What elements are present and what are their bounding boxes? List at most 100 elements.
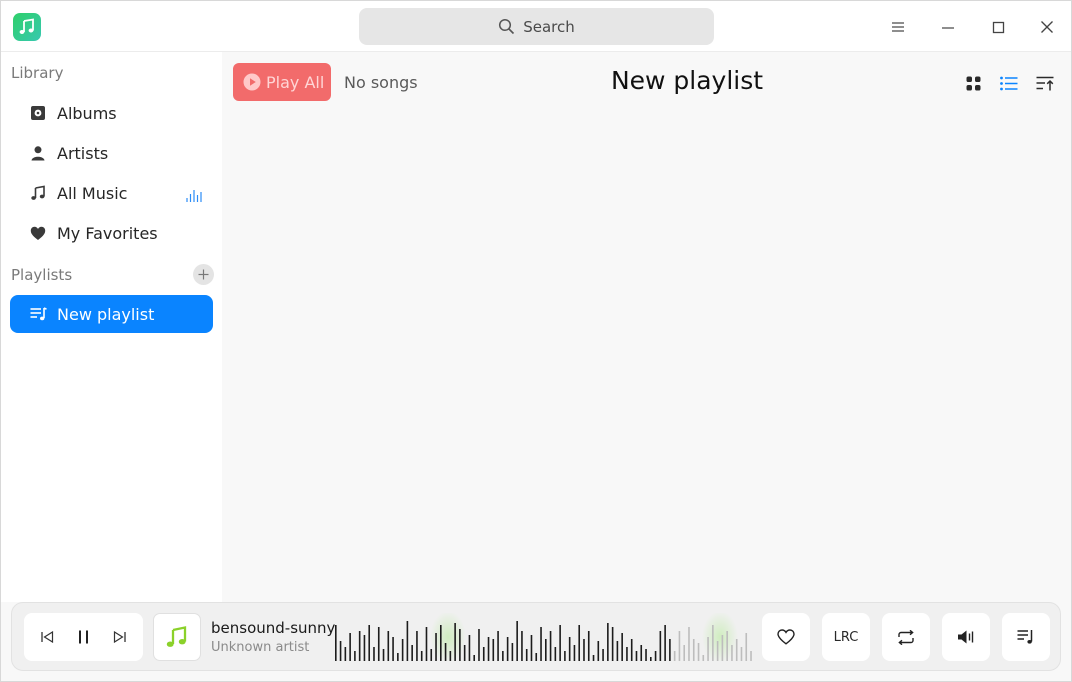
previous-button[interactable] bbox=[34, 623, 62, 651]
playlist-queue-icon bbox=[1017, 630, 1033, 644]
waveform-bar bbox=[354, 651, 356, 661]
waveform-bar bbox=[750, 651, 752, 661]
waveform-bar bbox=[363, 635, 366, 661]
heart-icon bbox=[28, 223, 48, 243]
waveform-bar bbox=[640, 645, 643, 661]
waveform-bar bbox=[377, 627, 380, 661]
waveform-bar bbox=[430, 649, 433, 661]
waveform-bar bbox=[492, 639, 495, 661]
waveform-bar bbox=[420, 651, 423, 661]
waveform-bar bbox=[349, 633, 351, 661]
next-button[interactable] bbox=[105, 623, 133, 651]
waveform-bar bbox=[621, 633, 623, 661]
music-note-icon bbox=[28, 183, 48, 203]
sidebar-item-albums[interactable]: Albums bbox=[10, 94, 213, 132]
sidebar-item-label: New playlist bbox=[57, 304, 155, 324]
waveform-bar bbox=[740, 647, 743, 661]
waveform-bar bbox=[358, 631, 361, 661]
next-icon bbox=[113, 631, 126, 643]
sort-icon bbox=[1036, 76, 1054, 90]
menu-icon bbox=[892, 22, 904, 32]
pause-button[interactable] bbox=[69, 623, 97, 651]
waveform-progress-bar[interactable] bbox=[334, 613, 754, 661]
repeat-icon bbox=[898, 629, 914, 645]
title-bar: Search bbox=[1, 1, 1071, 52]
waveform-bar bbox=[487, 637, 490, 661]
waveform-bar bbox=[669, 639, 671, 661]
sidebar: Library Albums Artists All Music My Favo… bbox=[1, 52, 222, 602]
waveform-bar bbox=[473, 655, 476, 661]
waveform-bar bbox=[502, 651, 504, 661]
waveform-bar bbox=[497, 631, 499, 661]
main-content: Play All No songs New playlist bbox=[222, 52, 1071, 602]
list-view-icon bbox=[1000, 76, 1018, 90]
waveform-bar bbox=[650, 657, 652, 661]
track-title: bensound-sunny bbox=[211, 619, 336, 637]
waveform-bar bbox=[530, 635, 533, 661]
favorite-button[interactable] bbox=[762, 613, 810, 661]
waveform-bar bbox=[525, 649, 528, 661]
album-icon bbox=[28, 103, 48, 123]
waveform-bar bbox=[702, 655, 705, 661]
waveform-bar bbox=[463, 645, 466, 661]
waveform-bar bbox=[411, 645, 413, 661]
play-all-label: Play All bbox=[266, 72, 325, 92]
play-circle-icon bbox=[243, 73, 261, 91]
waveform-bar bbox=[692, 639, 695, 661]
sidebar-item-artists[interactable]: Artists bbox=[10, 134, 213, 172]
search-placeholder: Search bbox=[523, 17, 575, 36]
waveform-bar bbox=[406, 621, 409, 661]
sidebar-item-new-playlist[interactable]: New playlist bbox=[10, 295, 213, 333]
waveform-bar bbox=[707, 637, 709, 661]
waveform-bar bbox=[521, 631, 523, 661]
sidebar-item-all-music[interactable]: All Music bbox=[10, 174, 213, 212]
waveform-bar bbox=[564, 651, 566, 661]
waveform-bar bbox=[616, 641, 619, 661]
play-all-button[interactable]: Play All bbox=[233, 63, 331, 101]
waveform-bar bbox=[597, 641, 600, 661]
app-logo-icon bbox=[13, 13, 41, 41]
waveform-bar bbox=[683, 645, 686, 661]
waveform-bar bbox=[568, 637, 571, 661]
plus-icon bbox=[198, 269, 209, 280]
waveform-bar bbox=[468, 635, 471, 661]
player-bar: bensound-sunny Unknown artist LRC bbox=[11, 602, 1061, 671]
waveform-bar bbox=[387, 631, 390, 661]
music-app-window: Search Library Albums Artists All Music … bbox=[0, 0, 1072, 682]
lyrics-button[interactable]: LRC bbox=[822, 613, 870, 661]
minimize-button[interactable] bbox=[935, 14, 961, 40]
maximize-button[interactable] bbox=[985, 14, 1011, 40]
album-cover[interactable] bbox=[153, 613, 201, 661]
sort-button[interactable] bbox=[1034, 72, 1056, 94]
list-view-button[interactable] bbox=[998, 72, 1020, 94]
play-queue-button[interactable] bbox=[1002, 613, 1050, 661]
repeat-button[interactable] bbox=[882, 613, 930, 661]
waveform-bar bbox=[459, 629, 461, 661]
search-input[interactable]: Search bbox=[359, 8, 714, 45]
waveform-bar bbox=[721, 635, 724, 661]
minimize-icon bbox=[942, 27, 954, 29]
waveform-bar bbox=[745, 633, 748, 661]
waveform-bar bbox=[716, 641, 719, 661]
waveform-bar bbox=[344, 647, 347, 661]
waveform-bar bbox=[712, 625, 714, 661]
waveform-bar bbox=[335, 625, 337, 661]
sidebar-item-my-favorites[interactable]: My Favorites bbox=[10, 214, 213, 252]
grid-view-button[interactable] bbox=[962, 72, 984, 94]
add-playlist-button[interactable] bbox=[193, 264, 214, 285]
page-title: New playlist bbox=[610, 66, 764, 95]
waveform-bar bbox=[444, 643, 447, 661]
waveform-bar bbox=[482, 647, 485, 661]
waveform-bar bbox=[545, 639, 547, 661]
waveform-bar bbox=[401, 639, 404, 661]
music-note-icon bbox=[166, 626, 187, 647]
waveform-bar bbox=[654, 651, 657, 661]
menu-button[interactable] bbox=[885, 14, 911, 40]
track-artist: Unknown artist bbox=[211, 640, 310, 655]
waveform-bar bbox=[726, 631, 728, 661]
waveform-bar bbox=[735, 639, 738, 661]
search-icon bbox=[499, 18, 515, 35]
close-button[interactable] bbox=[1034, 14, 1060, 40]
waveform-bar bbox=[587, 631, 590, 661]
volume-button[interactable] bbox=[942, 613, 990, 661]
